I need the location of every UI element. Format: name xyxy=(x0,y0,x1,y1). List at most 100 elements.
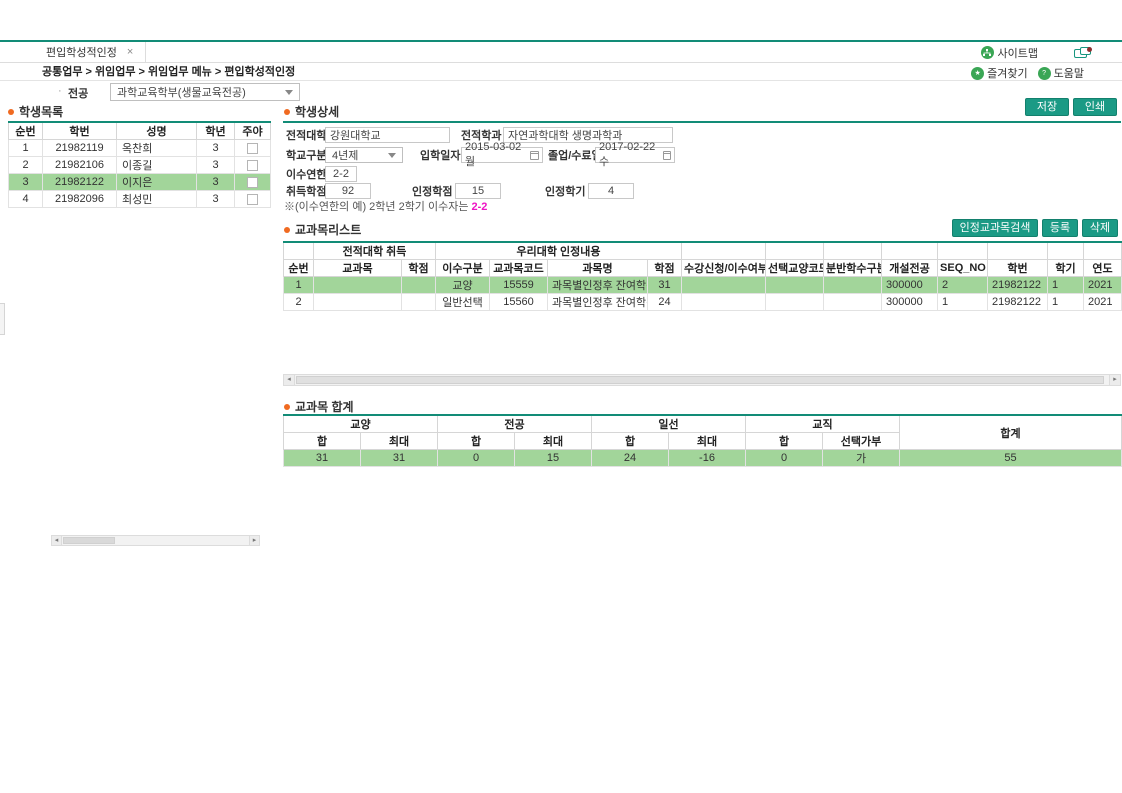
col-header: 성명 xyxy=(117,122,197,140)
recognized-terms-label: 인정학기 xyxy=(545,184,585,200)
section-bullet-icon xyxy=(284,227,290,233)
table-row[interactable]: 2 일반선택 15560 과목별인정후 잔여학점(일선) 24 300000 1… xyxy=(284,294,1122,311)
cell: 4 xyxy=(9,191,43,208)
cell: 옥찬희 xyxy=(117,140,197,157)
student-list-hscrollbar[interactable]: ◂ ▸ xyxy=(51,535,260,546)
course-table-hscrollbar[interactable]: ◂ ▸ xyxy=(283,374,1121,386)
calendar-icon[interactable] xyxy=(530,151,539,160)
cell: 300000 xyxy=(882,294,938,311)
cell: 이지은 xyxy=(117,174,197,191)
cell: 21982122 xyxy=(43,174,117,191)
tab-close-icon[interactable]: × xyxy=(127,47,133,58)
favorite-button[interactable]: ★ 즐겨찾기 xyxy=(971,65,1027,81)
grad-date-field[interactable]: 2017-02-22 수 xyxy=(595,147,675,163)
cell: 15 xyxy=(515,450,592,467)
col-header xyxy=(824,242,882,260)
cell xyxy=(766,294,824,311)
table-row[interactable]: 4 21982096 최성민 3 xyxy=(9,191,271,208)
col-group-header: 교직 xyxy=(746,415,900,433)
col-header: SEQ_NO xyxy=(938,260,988,277)
col-header: 선택교양코드 xyxy=(766,260,824,277)
course-total-table: 교양 전공 일선 교직 합계 합 최대 합 최대 합 최대 합 선택가부 31 … xyxy=(283,414,1122,467)
scrollbar-thumb[interactable] xyxy=(63,537,115,544)
help-button[interactable]: ? 도움말 xyxy=(1038,65,1084,81)
day-night-checkbox[interactable] xyxy=(247,160,258,171)
cell xyxy=(402,294,436,311)
school-type-value: 4년제 xyxy=(332,147,358,163)
table-row[interactable]: 1 21982119 옥찬희 3 xyxy=(9,140,271,157)
col-header: 최대 xyxy=(361,433,438,450)
cell: 1 xyxy=(1048,277,1084,294)
major-select[interactable]: 과학교육학부(생물교육전공) xyxy=(110,83,300,101)
register-button[interactable]: 등록 xyxy=(1042,219,1078,237)
col-header: 수강신청/이수여부 xyxy=(682,260,766,277)
student-list-table: 순번 학번 성명 학년 주야 1 21982119 옥찬희 3 2 219821… xyxy=(8,121,271,208)
filter-bullet: · xyxy=(58,85,62,97)
cell: 3 xyxy=(197,140,235,157)
popup-windows-icon[interactable] xyxy=(1074,47,1092,59)
cell: 2021 xyxy=(1084,294,1122,311)
recognized-credits-field[interactable] xyxy=(455,183,501,199)
cell: 15560 xyxy=(490,294,548,311)
col-header xyxy=(882,242,938,260)
col-header: 개설전공 xyxy=(882,260,938,277)
cell xyxy=(766,277,824,294)
scroll-right-arrow[interactable]: ▸ xyxy=(249,536,259,545)
cell: 교양 xyxy=(436,277,490,294)
cell: 과목별인정후 잔여학점(교양) xyxy=(548,277,648,294)
col-header: 최대 xyxy=(515,433,592,450)
cell: 과목별인정후 잔여학점(일선) xyxy=(548,294,648,311)
delete-button[interactable]: 삭제 xyxy=(1082,219,1118,237)
major-label: 전공 xyxy=(68,85,88,101)
cell xyxy=(682,277,766,294)
cell: 21982119 xyxy=(43,140,117,157)
day-night-checkbox[interactable] xyxy=(247,177,258,188)
day-night-checkbox[interactable] xyxy=(247,143,258,154)
calendar-icon[interactable] xyxy=(663,151,671,160)
cell: 3 xyxy=(197,157,235,174)
favorite-icon: ★ xyxy=(971,67,984,80)
recognized-terms-field[interactable] xyxy=(588,183,634,199)
prev-univ-field[interactable] xyxy=(325,127,450,143)
col-group-header: 우리대학 인정내용 xyxy=(436,242,682,260)
save-button[interactable]: 저장 xyxy=(1025,98,1069,116)
col-header xyxy=(1084,242,1122,260)
cell: 24 xyxy=(592,450,669,467)
admission-date-field[interactable]: 2015-03-02 월 xyxy=(461,147,543,163)
col-header: 이수구분 xyxy=(436,260,490,277)
table-row-selected[interactable]: 1 교양 15559 과목별인정후 잔여학점(교양) 31 300000 2 2… xyxy=(284,277,1122,294)
cell: 1 xyxy=(284,277,314,294)
term-limit-field[interactable] xyxy=(325,166,357,182)
cell: 1 xyxy=(1048,294,1084,311)
scrollbar-thumb[interactable] xyxy=(296,376,1104,384)
cell: 21982096 xyxy=(43,191,117,208)
cell xyxy=(402,277,436,294)
cell: -16 xyxy=(669,450,746,467)
col-group-header: 전적대학 취득 xyxy=(314,242,436,260)
cell xyxy=(235,191,271,208)
scroll-right-arrow[interactable]: ▸ xyxy=(1109,375,1120,385)
school-type-select[interactable]: 4년제 xyxy=(325,147,403,163)
form-accent-line xyxy=(283,121,1121,123)
table-row-selected[interactable]: 3 21982122 이지은 3 xyxy=(9,174,271,191)
cell: 3 xyxy=(197,174,235,191)
print-button[interactable]: 인쇄 xyxy=(1073,98,1117,116)
term-limit-label: 이수연한 xyxy=(286,167,326,183)
table-row[interactable]: 2 21982106 이종길 3 xyxy=(9,157,271,174)
course-list-table: 전적대학 취득 우리대학 인정내용 순번 교과목 학점 이수구분 교과목코드 과… xyxy=(283,241,1122,311)
sitemap-icon xyxy=(981,46,994,59)
course-group-header-row: 전적대학 취득 우리대학 인정내용 xyxy=(284,242,1122,260)
earned-credits-field[interactable] xyxy=(325,183,371,199)
panel-splitter-handle[interactable] xyxy=(0,303,5,335)
col-header: 최대 xyxy=(669,433,746,450)
sitemap-button[interactable]: 사이트맵 xyxy=(981,45,1038,61)
cell xyxy=(235,174,271,191)
student-list-header-row: 순번 학번 성명 학년 주야 xyxy=(9,122,271,140)
scroll-left-arrow[interactable]: ◂ xyxy=(52,536,62,545)
help-icon: ? xyxy=(1038,67,1051,80)
day-night-checkbox[interactable] xyxy=(247,194,258,205)
cell: 300000 xyxy=(882,277,938,294)
scroll-left-arrow[interactable]: ◂ xyxy=(284,375,295,385)
tab-transfer-credit[interactable]: 편입학성적인정 × xyxy=(36,42,146,63)
search-recognized-course-button[interactable]: 인정교과목검색 xyxy=(952,219,1038,237)
